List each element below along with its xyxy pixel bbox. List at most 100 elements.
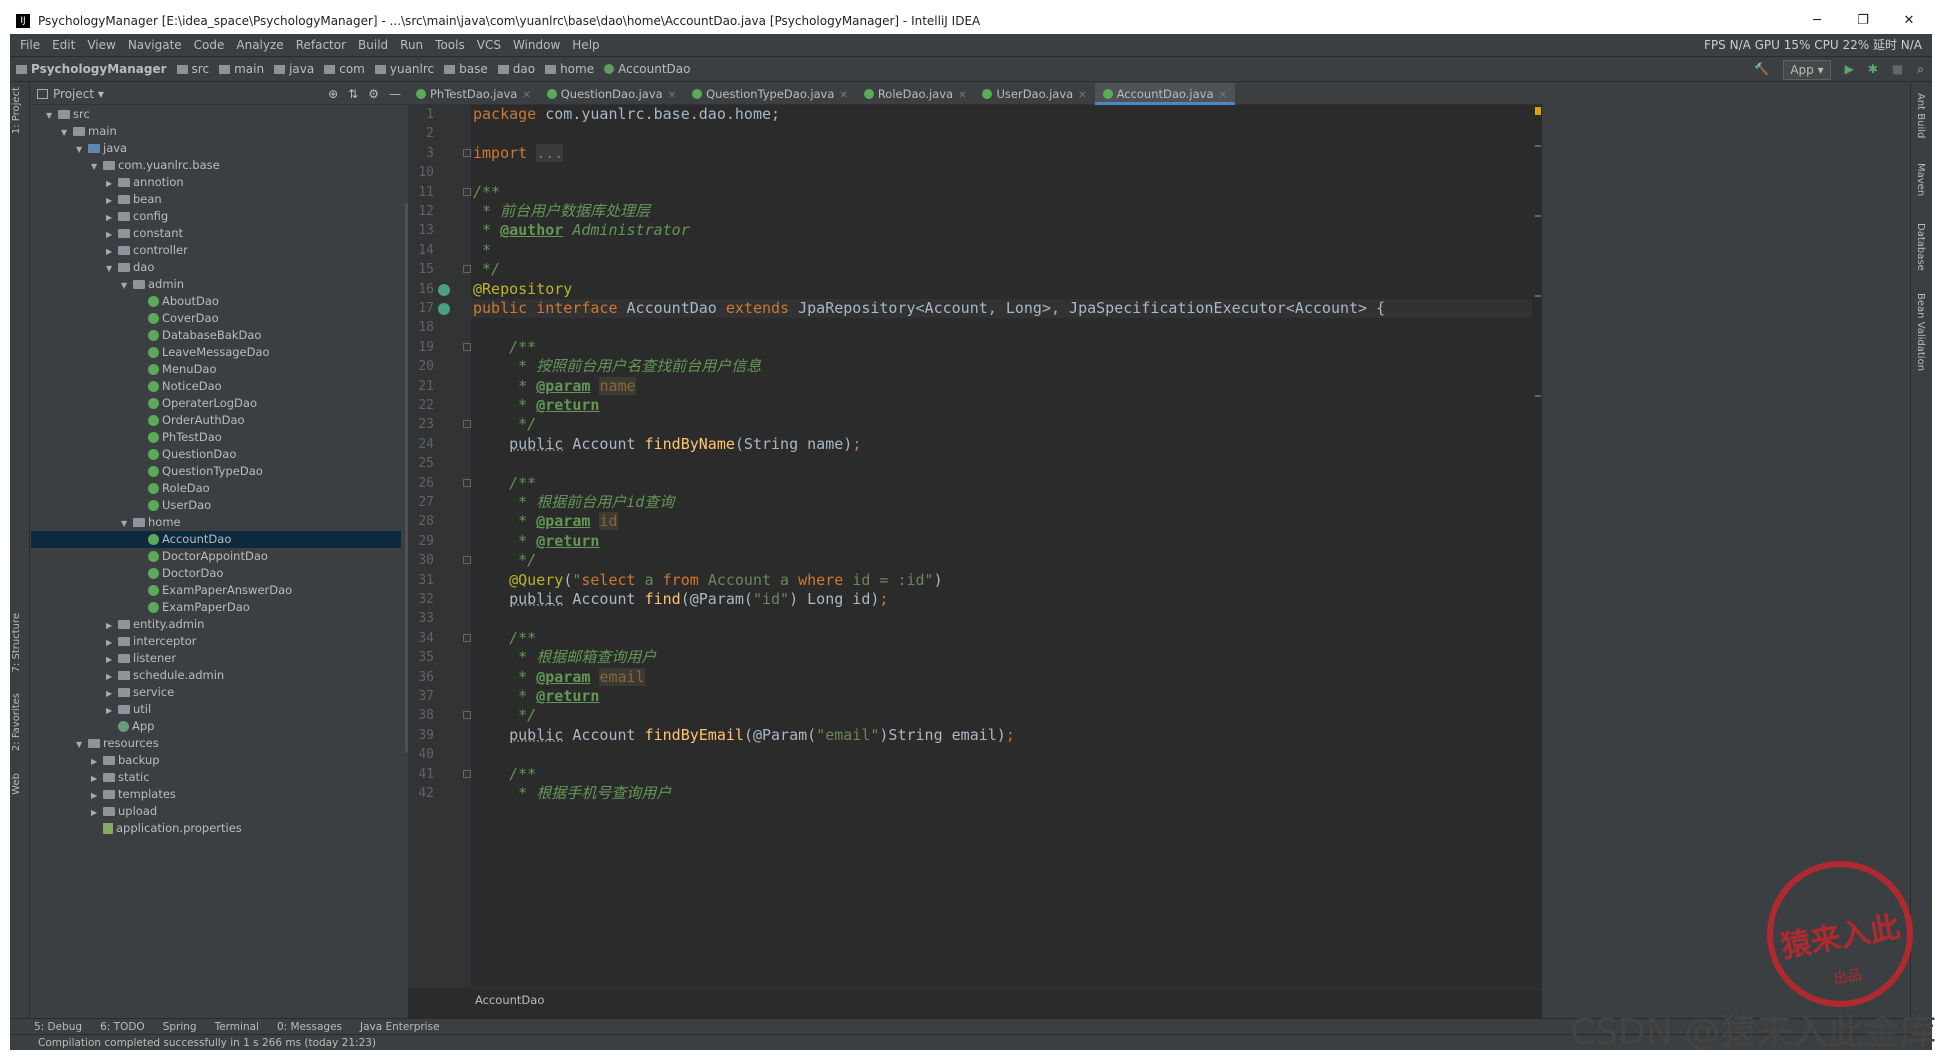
tree-folder[interactable]: ▶ controller [31, 242, 401, 259]
search-icon[interactable]: ⌕ [1917, 57, 1924, 82]
menu-window[interactable]: Window [507, 34, 566, 56]
code-editor[interactable]: package com.yuanlrc.base.dao.home; import… [471, 105, 1533, 988]
fold-marker-icon[interactable] [463, 265, 471, 274]
tree-folder[interactable]: ▶ util [31, 701, 401, 718]
bottom-tool-spring[interactable]: Spring [163, 1019, 197, 1034]
menu-help[interactable]: Help [566, 34, 605, 56]
expanded-arrow-icon[interactable]: ▼ [106, 260, 116, 277]
tool-tab-database[interactable]: Database [1915, 223, 1926, 271]
tree-file[interactable]: PhTestDao [31, 429, 401, 446]
breadcrumb-item[interactable]: com [324, 57, 375, 82]
tree-folder[interactable]: ▶ schedule.admin [31, 667, 401, 684]
breadcrumb-item[interactable]: java [274, 57, 324, 82]
close-tab-icon[interactable]: ✕ [1078, 90, 1086, 101]
bottom-tool-0-messages[interactable]: 0: Messages [277, 1019, 342, 1034]
menu-refactor[interactable]: Refactor [290, 34, 352, 56]
fold-marker-icon[interactable] [463, 478, 471, 487]
fold-marker-icon[interactable] [463, 769, 471, 778]
tool-tab-structure[interactable]: 7: Structure [11, 613, 22, 672]
close-tab-icon[interactable]: ✕ [839, 90, 847, 101]
collapse-icon[interactable]: ⇅ [348, 83, 358, 105]
breadcrumb-item[interactable]: home [545, 57, 604, 82]
menu-tools[interactable]: Tools [429, 34, 471, 56]
tool-tab-bean-validation[interactable]: Bean Validation [1915, 293, 1926, 371]
editor-tab[interactable]: AccountDao.java ✕ [1094, 83, 1235, 105]
menu-run[interactable]: Run [394, 34, 429, 56]
tree-folder[interactable]: ▼ src [31, 106, 401, 123]
tree-folder[interactable]: ▶ service [31, 684, 401, 701]
collapsed-arrow-icon[interactable]: ▶ [106, 634, 116, 651]
collapsed-arrow-icon[interactable]: ▶ [106, 243, 116, 260]
tree-file[interactable]: OperaterLogDao [31, 395, 401, 412]
collapsed-arrow-icon[interactable]: ▶ [106, 702, 116, 719]
tree-file[interactable]: AccountDao [31, 531, 401, 548]
close-tab-icon[interactable]: ✕ [1219, 90, 1227, 101]
expanded-arrow-icon[interactable]: ▼ [76, 736, 86, 753]
minimize-button[interactable]: ─ [1794, 8, 1840, 34]
run-icon[interactable]: ▶ [1845, 57, 1854, 82]
tree-folder[interactable]: ▼ dao [31, 259, 401, 276]
collapsed-arrow-icon[interactable]: ▶ [106, 226, 116, 243]
collapsed-arrow-icon[interactable]: ▶ [106, 192, 116, 209]
editor-scrollbar[interactable] [1532, 105, 1542, 988]
collapsed-arrow-icon[interactable]: ▶ [106, 175, 116, 192]
tree-file[interactable]: LeaveMessageDao [31, 344, 401, 361]
tree-folder[interactable]: ▶ backup [31, 752, 401, 769]
tree-folder[interactable]: ▶ templates [31, 786, 401, 803]
hide-icon[interactable]: — [389, 83, 401, 105]
editor-tab[interactable]: QuestionTypeDao.java ✕ [684, 83, 856, 105]
fold-marker-icon[interactable] [463, 148, 471, 157]
tree-file[interactable]: ExamPaperDao [31, 599, 401, 616]
close-tab-icon[interactable]: ✕ [668, 90, 676, 101]
fold-marker-icon[interactable] [463, 342, 471, 351]
tree-folder[interactable]: ▶ upload [31, 803, 401, 820]
menu-build[interactable]: Build [352, 34, 394, 56]
tree-file[interactable]: DoctorAppointDao [31, 548, 401, 565]
fold-marker-icon[interactable] [463, 711, 471, 720]
tree-file[interactable]: OrderAuthDao [31, 412, 401, 429]
breadcrumb-item[interactable]: AccountDao [604, 57, 700, 82]
collapsed-arrow-icon[interactable]: ▶ [91, 804, 101, 821]
tree-folder[interactable]: ▶ bean [31, 191, 401, 208]
tree-folder[interactable]: ▶ constant [31, 225, 401, 242]
tool-tab-web[interactable]: Web [11, 773, 22, 795]
maximize-button[interactable]: ❐ [1840, 8, 1886, 34]
menu-vcs[interactable]: VCS [471, 34, 507, 56]
expanded-arrow-icon[interactable]: ▼ [76, 141, 86, 158]
tree-file[interactable]: CoverDao [31, 310, 401, 327]
code-breadcrumb[interactable]: AccountDao [471, 988, 1542, 1010]
menu-code[interactable]: Code [188, 34, 231, 56]
menu-file[interactable]: File [14, 34, 46, 56]
menu-navigate[interactable]: Navigate [122, 34, 188, 56]
tree-folder[interactable]: ▼ com.yuanlrc.base [31, 157, 401, 174]
breadcrumb-item[interactable]: src [176, 57, 220, 82]
fold-marker-icon[interactable] [463, 556, 471, 565]
tree-folder[interactable]: ▼ java [31, 140, 401, 157]
expanded-arrow-icon[interactable]: ▼ [121, 515, 131, 532]
tree-folder[interactable]: ▼ main [31, 123, 401, 140]
expanded-arrow-icon[interactable]: ▼ [91, 158, 101, 175]
bottom-tool-terminal[interactable]: Terminal [215, 1019, 259, 1034]
tool-tab-ant-build[interactable]: Ant Build [1915, 93, 1926, 138]
tree-file[interactable]: AboutDao [31, 293, 401, 310]
tree-file[interactable]: DoctorDao [31, 565, 401, 582]
editor-tab[interactable]: UserDao.java ✕ [974, 83, 1094, 105]
breadcrumb-item[interactable]: yuanlrc [374, 57, 444, 82]
implementation-gutter-icon[interactable] [438, 303, 450, 315]
collapsed-arrow-icon[interactable]: ▶ [91, 753, 101, 770]
collapsed-arrow-icon[interactable]: ▶ [106, 617, 116, 634]
tree-folder[interactable]: ▼ resources [31, 735, 401, 752]
tree-folder[interactable]: ▶ interceptor [31, 633, 401, 650]
tree-folder[interactable]: ▶ config [31, 208, 401, 225]
tree-folder[interactable]: ▶ entity.admin [31, 616, 401, 633]
tree-folder[interactable]: ▶ annotion [31, 174, 401, 191]
bottom-tool-5-debug[interactable]: 5: Debug [34, 1019, 82, 1034]
fold-marker-icon[interactable] [463, 633, 471, 642]
close-button[interactable]: ✕ [1886, 8, 1932, 34]
editor-tab[interactable]: RoleDao.java ✕ [856, 83, 975, 105]
gear-icon[interactable]: ⚙ [368, 83, 379, 105]
expanded-arrow-icon[interactable]: ▼ [46, 107, 56, 124]
tree-file[interactable]: NoticeDao [31, 378, 401, 395]
tool-tab-maven[interactable]: Maven [1915, 163, 1926, 196]
tree-folder[interactable]: ▶ listener [31, 650, 401, 667]
